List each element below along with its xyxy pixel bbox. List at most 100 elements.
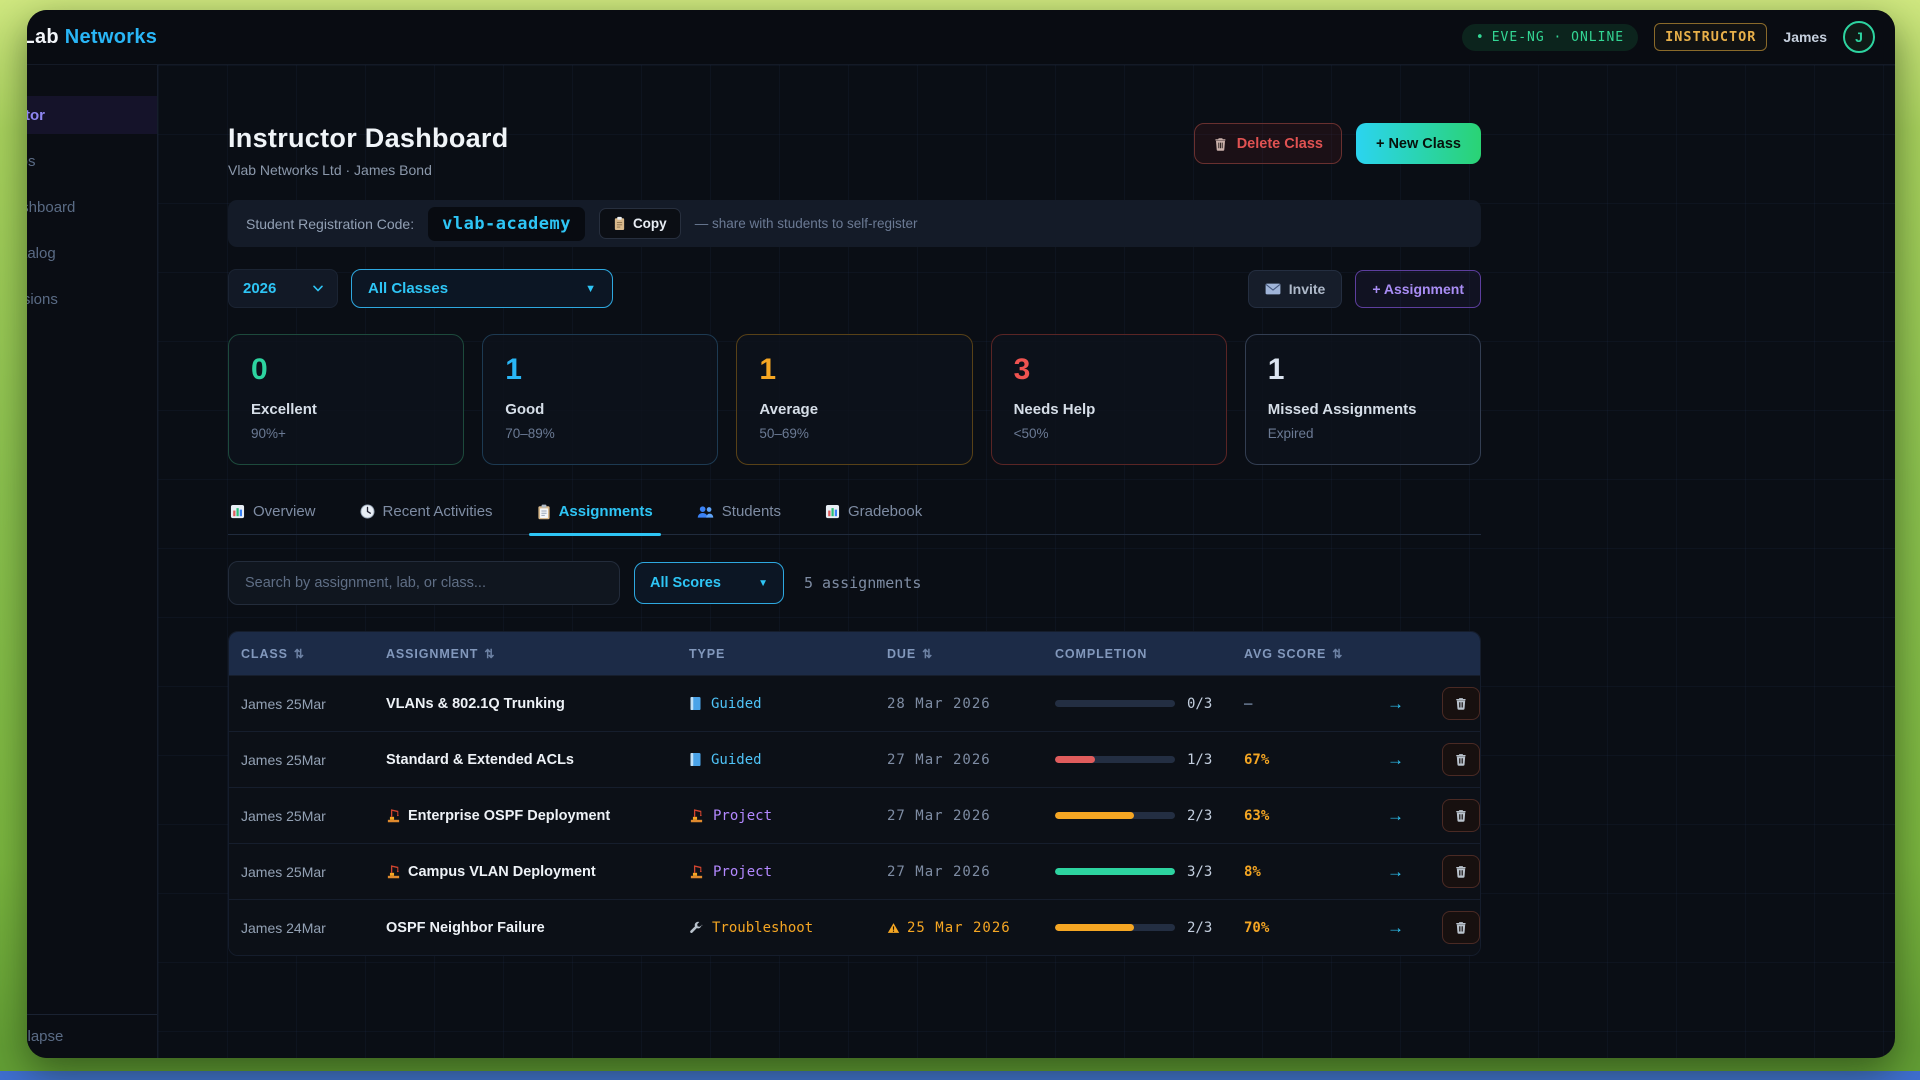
new-assignment-button[interactable]: + Assignment [1355, 270, 1481, 308]
warning-icon [887, 922, 900, 934]
year-select[interactable]: 2026 [228, 269, 338, 308]
open-assignment-arrow[interactable]: → [1387, 862, 1442, 882]
table-header: CLASS ⇅ ASSIGNMENT ⇅ TYPE DUE ⇅ [229, 632, 1480, 675]
sidebar-collapse-button[interactable]: Collapse [27, 1014, 157, 1058]
cell-completion: 2/3 [1055, 920, 1244, 936]
trash-icon [1454, 752, 1468, 767]
people-icon [697, 505, 714, 519]
crane-icon [689, 808, 704, 823]
stat-cards: 0 Excellent 90%+ 1 Good 70–89% 1 Average… [228, 334, 1481, 465]
registration-hint: — share with students to self-register [695, 216, 918, 231]
crane-icon [689, 864, 704, 879]
sidebar-item-instructor[interactable]: Instructor [27, 96, 157, 134]
chevron-down-icon: ▼ [585, 283, 596, 295]
open-assignment-arrow[interactable]: → [1387, 750, 1442, 770]
col-header-assignment[interactable]: ASSIGNMENT ⇅ [386, 647, 689, 661]
col-header-avg-score[interactable]: AVG SCORE ⇅ [1244, 647, 1387, 661]
stat-sublabel: 50–69% [759, 426, 949, 441]
trash-icon [1213, 136, 1228, 152]
table-row: James 25Mar Enterprise OSPF Deployment P… [229, 787, 1480, 843]
col-header-type: TYPE [689, 647, 887, 661]
score-filter-select[interactable]: All Scores ▼ [634, 562, 784, 604]
tab-overview[interactable]: Overview [228, 499, 318, 534]
cell-due: 27 Mar 2026 [887, 864, 1055, 880]
bar-chart-icon [825, 504, 840, 519]
cell-class: James 24Mar [241, 920, 386, 936]
page-title: Instructor Dashboard [228, 123, 509, 154]
sidebar-item-dashboard[interactable]: Dashboard [27, 188, 157, 226]
registration-label: Student Registration Code: [246, 216, 414, 232]
logo-secondary: Networks [65, 26, 157, 48]
delete-assignment-button[interactable] [1442, 687, 1480, 720]
delete-assignment-button[interactable] [1442, 743, 1480, 776]
trash-icon [1454, 920, 1468, 935]
cell-due: 27 Mar 2026 [887, 808, 1055, 824]
delete-assignment-button[interactable] [1442, 799, 1480, 832]
col-header-completion: COMPLETION [1055, 647, 1244, 661]
cell-type: Troubleshoot [689, 920, 887, 936]
stat-sublabel: 70–89% [505, 426, 695, 441]
delete-assignment-button[interactable] [1442, 855, 1480, 888]
registration-bar: Student Registration Code: vlab-academy … [228, 200, 1481, 247]
cell-class: James 25Mar [241, 864, 386, 880]
class-filter-select[interactable]: All Classes ▼ [351, 269, 613, 308]
logo-primary: vLab [27, 26, 59, 48]
cell-completion: 2/3 [1055, 808, 1244, 824]
sidebar-item-sessions[interactable]: Sessions [27, 280, 157, 318]
cell-class: James 25Mar [241, 696, 386, 712]
copy-code-button[interactable]: Copy [599, 208, 681, 239]
cell-type: Project [689, 864, 887, 880]
open-assignment-arrow[interactable]: → [1387, 806, 1442, 826]
tab-gradebook[interactable]: Gradebook [823, 499, 924, 534]
progress-bar [1055, 756, 1175, 763]
avatar[interactable]: J [1843, 21, 1875, 53]
progress-bar [1055, 868, 1175, 875]
new-class-button[interactable]: + New Class [1356, 123, 1481, 164]
col-header-due[interactable]: DUE ⇅ [887, 647, 1055, 661]
stat-label: Needs Help [1014, 401, 1204, 418]
stat-value: 0 [251, 353, 441, 387]
cell-due: 27 Mar 2026 [887, 752, 1055, 768]
sidebar-item-catalog[interactable]: Catalog [27, 234, 157, 272]
stat-card-average: 1 Average 50–69% [736, 334, 972, 465]
topbar: vLab Networks • EVE-NG · ONLINE INSTRUCT… [27, 10, 1895, 65]
delete-assignment-button[interactable] [1442, 911, 1480, 944]
assignment-count: 5 assignments [804, 574, 921, 592]
progress-bar [1055, 812, 1175, 819]
search-input[interactable] [228, 561, 620, 605]
cell-due: 25 Mar 2026 [887, 920, 1055, 936]
sidebar: Instructor Labs Dashboard Catalog Sessio… [27, 65, 158, 1058]
col-header-class[interactable]: CLASS ⇅ [241, 647, 386, 661]
stat-value: 1 [759, 353, 949, 387]
stat-value: 1 [1268, 353, 1458, 387]
status-badge-label: EVE-NG · ONLINE [1492, 30, 1624, 45]
stat-card-needs-help: 3 Needs Help <50% [991, 334, 1227, 465]
open-assignment-arrow[interactable]: → [1387, 694, 1442, 714]
stat-card-missed: 1 Missed Assignments Expired [1245, 334, 1481, 465]
sidebar-item-labs[interactable]: Labs [27, 142, 157, 180]
invite-button[interactable]: Invite [1248, 270, 1343, 308]
stat-label: Average [759, 401, 949, 418]
table-row: James 25Mar Standard & Extended ACLs Gui… [229, 731, 1480, 787]
delete-class-button[interactable]: Delete Class [1194, 123, 1342, 164]
wrench-icon [689, 921, 703, 935]
online-dot-icon: • [1476, 30, 1485, 45]
tab-assignments[interactable]: Assignments [535, 499, 655, 534]
tab-bar: Overview Recent Activities Assignments [228, 499, 1481, 535]
cell-class: James 25Mar [241, 808, 386, 824]
progress-bar [1055, 924, 1175, 931]
chevron-down-icon [313, 285, 323, 292]
cell-type: Guided [689, 696, 887, 712]
tab-recent-activities[interactable]: Recent Activities [358, 499, 495, 534]
sort-icon: ⇅ [922, 647, 933, 661]
tab-students[interactable]: Students [695, 499, 783, 534]
stat-sublabel: Expired [1268, 426, 1458, 441]
stat-label: Good [505, 401, 695, 418]
stat-card-good: 1 Good 70–89% [482, 334, 718, 465]
cell-avg-score: 70% [1244, 920, 1387, 936]
progress-bar [1055, 700, 1175, 707]
envelope-icon [1265, 283, 1281, 295]
open-assignment-arrow[interactable]: → [1387, 918, 1442, 938]
cell-avg-score: 63% [1244, 808, 1387, 824]
cell-avg-score: 67% [1244, 752, 1387, 768]
